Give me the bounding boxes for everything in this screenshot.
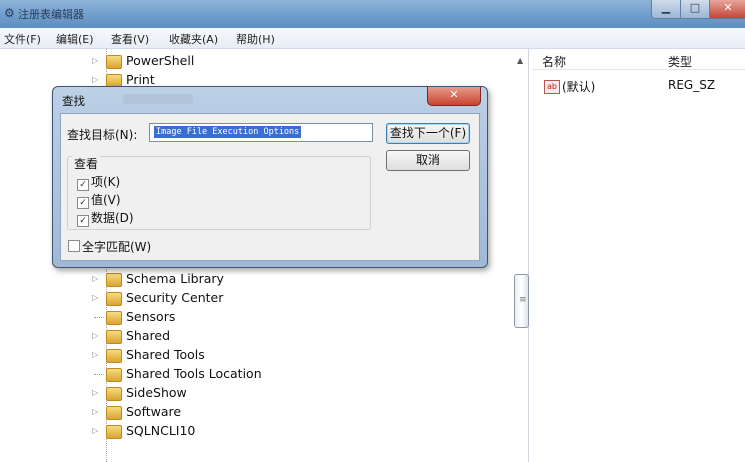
expand-arrow-icon[interactable]: ▷ [92,331,102,340]
match-whole-string-label: 全字匹配(W) [82,240,152,254]
tree-leaf-line [94,317,104,318]
title-bar: ⚙ 注册表编辑器 ▁ □ ✕ [0,0,745,28]
dialog-title: 查找 [62,94,85,108]
dialog-body: 查找目标(N): Image File Execution Options 查找… [60,113,480,261]
value-type: REG_SZ [668,78,716,92]
expand-arrow-icon[interactable]: ▷ [92,75,102,84]
maximize-button[interactable]: □ [680,0,710,19]
menu-help[interactable]: 帮助(H) [236,31,275,47]
expand-arrow-icon[interactable]: ▷ [92,426,102,435]
checkbox-keys[interactable]: ✓ 项(K) [77,173,120,191]
expand-arrow-icon[interactable]: ▷ [92,274,102,283]
column-header-type[interactable]: 类型 [668,53,692,73]
window-title: 注册表编辑器 [18,8,84,21]
folder-icon [106,311,122,325]
find-dialog: 查找 ✕ 查找目标(N): Image File Execution Optio… [52,86,488,268]
values-list[interactable]: 名称 类型 ab (默认) REG_SZ [532,49,745,462]
folder-icon [106,387,122,401]
expand-arrow-icon[interactable]: ▷ [92,56,102,65]
find-what-label: 查找目标(N): [67,128,138,142]
expand-arrow-icon[interactable]: ▷ [92,407,102,416]
expand-arrow-icon[interactable]: ▷ [92,350,102,359]
look-at-group: 查看 ✓ 项(K) ✓ 值(V) ✓ 数据(D) [67,155,371,230]
find-what-input[interactable]: Image File Execution Options [149,123,373,142]
tree-scrollbar[interactable]: ▲ ≡ [512,52,530,462]
find-what-value[interactable]: Image File Execution Options [154,126,302,138]
scroll-up-arrow-icon[interactable]: ▲ [517,56,523,65]
find-next-button[interactable]: 查找下一个(F) [386,123,470,144]
checkbox-checked-icon[interactable]: ✓ [77,215,89,227]
expand-arrow-icon[interactable]: ▷ [92,293,102,302]
folder-icon [106,330,122,344]
cancel-button[interactable]: 取消 [386,150,470,171]
menu-view[interactable]: 查看(V) [111,31,149,47]
expand-arrow-icon[interactable]: ▷ [92,388,102,397]
checkbox-checked-icon[interactable]: ✓ [77,197,89,209]
blurred-region [123,94,193,104]
dialog-close-button[interactable]: ✕ [427,87,481,106]
checkbox-checked-icon[interactable]: ✓ [77,179,89,191]
menu-favorites[interactable]: 收藏夹(A) [169,31,218,47]
folder-icon [106,368,122,382]
checkbox-unchecked-icon[interactable] [68,240,80,252]
folder-icon [106,292,122,306]
grip-icon: ≡ [519,295,527,305]
scrollbar-thumb[interactable]: ≡ [514,274,529,328]
folder-icon [106,273,122,287]
menu-edit[interactable]: 编辑(E) [56,31,94,47]
regedit-icon: ⚙ [4,6,15,20]
minimize-button[interactable]: ▁ [651,0,681,19]
folder-icon [106,349,122,363]
checkbox-data-label: 数据(D) [91,211,134,225]
menu-bar: 文件(F) 编辑(E) 查看(V) 收藏夹(A) 帮助(H) [0,28,745,49]
close-window-button[interactable]: ✕ [709,0,745,19]
look-at-label: 查看 [72,155,101,172]
value-name[interactable]: (默认) [562,78,595,95]
checkbox-match-whole-string[interactable]: 全字匹配(W) [68,238,151,255]
folder-icon [106,406,122,420]
column-header-name[interactable]: 名称 [542,53,566,73]
checkbox-keys-label: 项(K) [91,175,121,189]
folder-icon [106,55,122,69]
tree-leaf-line [94,374,104,375]
checkbox-data[interactable]: ✓ 数据(D) [77,209,134,227]
checkbox-values[interactable]: ✓ 值(V) [77,191,121,209]
header-divider [532,69,745,70]
menu-file[interactable]: 文件(F) [4,31,41,47]
checkbox-values-label: 值(V) [91,193,121,207]
ab-string-icon: ab [544,80,560,94]
folder-icon [106,425,122,439]
